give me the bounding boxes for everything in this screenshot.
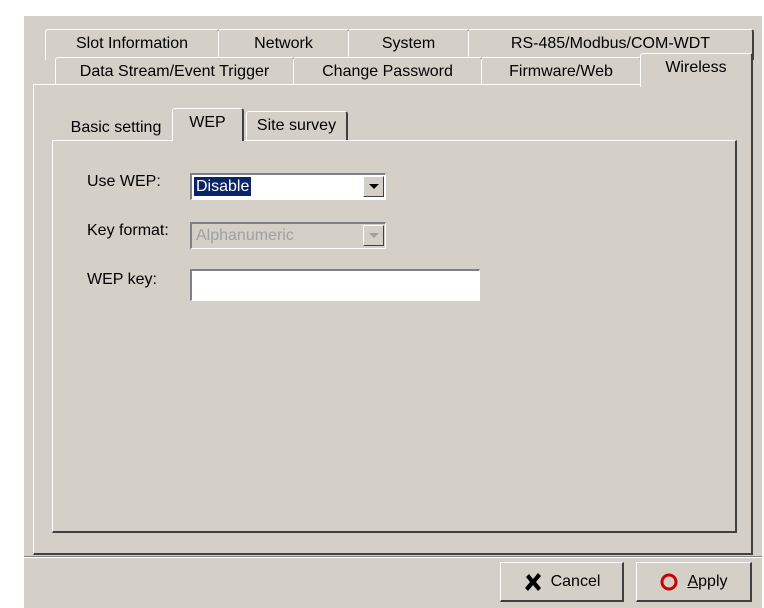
chevron-down-icon: [369, 233, 379, 238]
apply-button[interactable]: Apply: [636, 562, 752, 602]
subtab-site-survey[interactable]: Site survey: [246, 111, 348, 141]
use-wep-label: Use WEP:: [87, 173, 161, 190]
subtab-wep[interactable]: WEP: [172, 108, 244, 141]
key-format-select: Alphanumeric: [190, 222, 386, 249]
tab-system[interactable]: System: [348, 29, 470, 60]
tab-wireless[interactable]: Wireless: [640, 53, 753, 87]
wep-key-label: WEP key:: [87, 271, 157, 288]
key-format-selected-value: Alphanumeric: [196, 227, 294, 244]
wep-settings-panel: [52, 140, 737, 533]
cancel-button-label: Cancel: [550, 572, 601, 590]
key-format-label: Key format:: [87, 222, 169, 239]
footer-separator: [24, 556, 762, 558]
tab-slot-information[interactable]: Slot Information: [45, 29, 220, 60]
circle-icon: [660, 573, 678, 590]
cancel-button[interactable]: Cancel: [500, 562, 624, 602]
tab-network[interactable]: Network: [218, 29, 350, 60]
key-format-dropdown-button: [363, 225, 384, 246]
apply-button-label: Apply: [687, 572, 728, 590]
use-wep-select[interactable]: Disable: [190, 173, 386, 200]
wep-key-input[interactable]: [190, 269, 480, 301]
chevron-down-icon: [369, 184, 379, 189]
use-wep-dropdown-button[interactable]: [363, 176, 384, 197]
use-wep-selected-value: Disable: [194, 177, 252, 196]
x-icon: [524, 572, 541, 591]
